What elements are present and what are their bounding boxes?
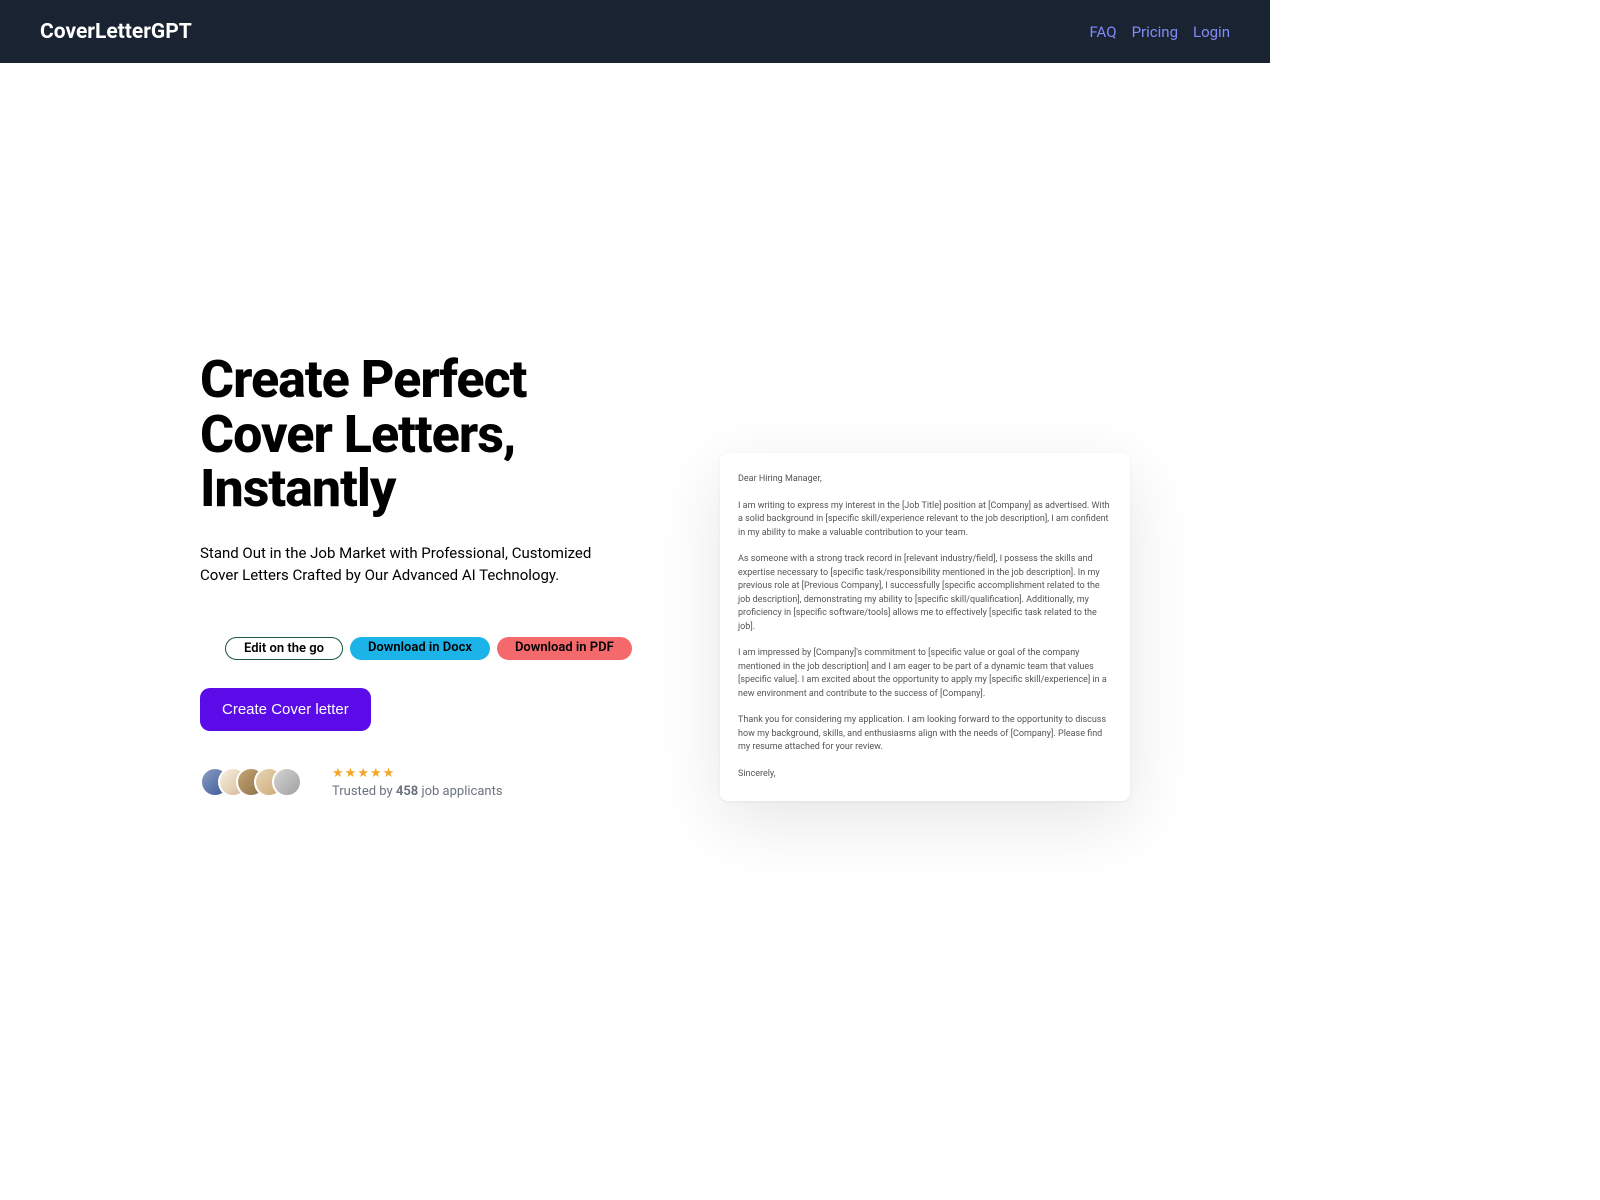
trust-prefix: Trusted by — [332, 784, 396, 799]
pill-docx: Download in Docx — [350, 637, 490, 660]
create-cover-letter-button[interactable]: Create Cover letter — [200, 688, 371, 731]
star-icon: ★ — [345, 766, 357, 781]
nav-pricing[interactable]: Pricing — [1132, 23, 1178, 41]
hero-subtitle: Stand Out in the Job Market with Profess… — [200, 542, 620, 587]
letter-paragraph: I am impressed by [Company]'s commitment… — [738, 647, 1112, 701]
pill-edit: Edit on the go — [225, 637, 343, 660]
star-icon: ★ — [332, 766, 344, 781]
letter-closing: Sincerely, — [738, 768, 1112, 782]
pill-pdf: Download in PDF — [497, 637, 632, 660]
avatar — [272, 767, 302, 797]
letter-paragraph: Thank you for considering my application… — [738, 714, 1112, 755]
trust-suffix: job applicants — [418, 784, 502, 799]
hero-right: Dear Hiring Manager, I am writing to exp… — [720, 353, 1210, 801]
nav-login[interactable]: Login — [1193, 23, 1230, 41]
nav-faq[interactable]: FAQ — [1090, 23, 1117, 41]
hero-title: Create Perfect Cover Letters, Instantly — [200, 353, 660, 517]
trust-text-wrap: ★ ★ ★ ★ ★ Trusted by 458 job applicants — [332, 766, 503, 799]
letter-paragraph: As someone with a strong track record in… — [738, 553, 1112, 634]
hero-section: Create Perfect Cover Letters, Instantly … — [0, 63, 1270, 801]
star-icon: ★ — [370, 766, 382, 781]
avatars — [200, 767, 302, 797]
feature-pills: Edit on the go Download in Docx Download… — [225, 637, 660, 660]
nav-links: FAQ Pricing Login — [1090, 23, 1230, 41]
logo[interactable]: CoverLetterGPT — [40, 20, 192, 44]
stars: ★ ★ ★ ★ ★ — [332, 766, 503, 781]
trust-count: 458 — [396, 784, 418, 799]
trust-section: ★ ★ ★ ★ ★ Trusted by 458 job applicants — [200, 766, 660, 799]
header: CoverLetterGPT FAQ Pricing Login — [0, 0, 1270, 63]
trust-text: Trusted by 458 job applicants — [332, 784, 503, 799]
letter-greeting: Dear Hiring Manager, — [738, 473, 1112, 487]
letter-preview-card: Dear Hiring Manager, I am writing to exp… — [720, 453, 1130, 801]
star-icon: ★ — [383, 766, 395, 781]
hero-left: Create Perfect Cover Letters, Instantly … — [200, 353, 660, 801]
star-icon: ★ — [357, 766, 369, 781]
letter-paragraph: I am writing to express my interest in t… — [738, 500, 1112, 541]
